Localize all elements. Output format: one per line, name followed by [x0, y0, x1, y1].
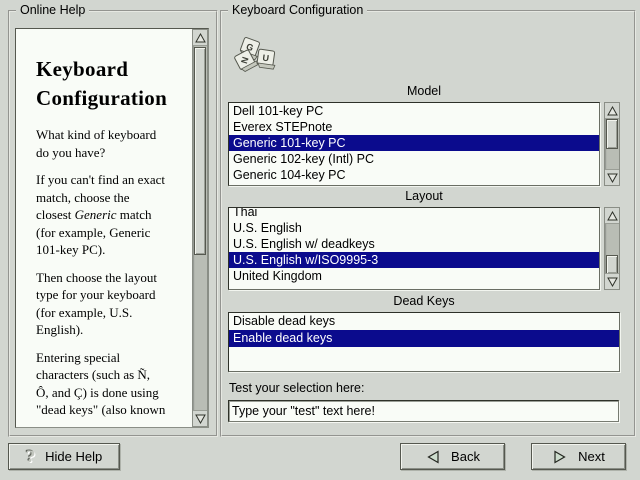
dead-keys-label: Dead Keys	[228, 294, 620, 308]
list-item[interactable]: U.S. English w/ deadkeys	[229, 236, 599, 252]
scroll-up-icon[interactable]	[605, 208, 619, 224]
keyboard-keys-icon: G N U	[232, 36, 278, 74]
scroll-down-icon[interactable]	[193, 410, 207, 426]
list-item[interactable]: Everex STEPnote	[229, 119, 599, 135]
layout-list[interactable]: ThaiU.S. EnglishU.S. English w/ deadkeys…	[228, 207, 600, 290]
scroll-down-icon[interactable]	[605, 273, 619, 289]
help-scrollbar-thumb[interactable]	[194, 47, 206, 255]
layout-scrollbar-thumb[interactable]	[606, 255, 618, 274]
next-button-label: Next	[578, 449, 605, 464]
list-item[interactable]: Generic 101-key PC	[229, 135, 599, 151]
list-item[interactable]: U.S. English w/ISO9995-3	[229, 252, 599, 268]
back-arrow-icon	[425, 449, 441, 465]
help-question-icon: ?	[26, 449, 35, 465]
model-scrollbar-thumb[interactable]	[606, 119, 618, 149]
online-help-frame: Online Help Keyboard Configuration What …	[8, 10, 218, 437]
test-text-input[interactable]	[228, 400, 619, 422]
svg-text:U: U	[262, 53, 270, 64]
dead-keys-list[interactable]: Disable dead keysEnable dead keys	[228, 312, 620, 372]
keyboard-configuration-frame: Keyboard Configuration G N U	[220, 10, 636, 437]
model-label: Model	[228, 84, 620, 98]
help-paragraph: Then choose the layout type for your key…	[36, 269, 187, 339]
list-item[interactable]: Generic 102-key (Intl) PC	[229, 151, 599, 167]
hide-help-button-label: Hide Help	[45, 449, 102, 464]
list-item[interactable]: Thai	[229, 207, 599, 220]
list-item[interactable]: Dell 101-key PC	[229, 103, 599, 119]
help-heading: Keyboard Configuration	[36, 55, 187, 113]
hide-help-button[interactable]: ? Hide Help	[8, 443, 120, 470]
model-scrollbar[interactable]	[604, 102, 620, 186]
list-item[interactable]: Disable dead keys	[229, 313, 619, 330]
help-text: Keyboard Configuration What kind of keyb…	[16, 29, 191, 427]
back-button[interactable]: Back	[400, 443, 505, 470]
model-list[interactable]: Dell 101-key PCEverex STEPnoteGeneric 10…	[228, 102, 600, 186]
scroll-down-icon[interactable]	[605, 169, 619, 185]
scroll-up-icon[interactable]	[605, 103, 619, 119]
help-paragraph: What kind of keyboard do you have?	[36, 126, 187, 161]
list-item[interactable]: United Kingdom	[229, 268, 599, 284]
installer-window: Online Help Keyboard Configuration What …	[0, 0, 640, 480]
list-item[interactable]: Enable dead keys	[229, 330, 619, 347]
help-paragraph: Entering special characters (such as Ñ, …	[36, 349, 187, 419]
online-help-frame-title: Online Help	[16, 3, 89, 18]
layout-label: Layout	[228, 189, 620, 203]
layout-scrollbar[interactable]	[604, 207, 620, 290]
help-paragraph: If you can't find an exact match, choose…	[36, 171, 187, 259]
scroll-up-icon[interactable]	[193, 30, 207, 46]
next-button[interactable]: Next	[531, 443, 626, 470]
list-item[interactable]: U.S. English	[229, 220, 599, 236]
back-button-label: Back	[451, 449, 480, 464]
next-arrow-icon	[552, 449, 568, 465]
list-item[interactable]: Generic 104-key PC	[229, 167, 599, 183]
help-viewport: Keyboard Configuration What kind of keyb…	[15, 28, 209, 428]
help-scrollbar[interactable]	[192, 29, 208, 427]
help-paragraphs: What kind of keyboard do you have? If you…	[36, 126, 187, 419]
keyboard-configuration-frame-title: Keyboard Configuration	[228, 3, 367, 18]
test-selection-label: Test your selection here:	[229, 381, 365, 395]
